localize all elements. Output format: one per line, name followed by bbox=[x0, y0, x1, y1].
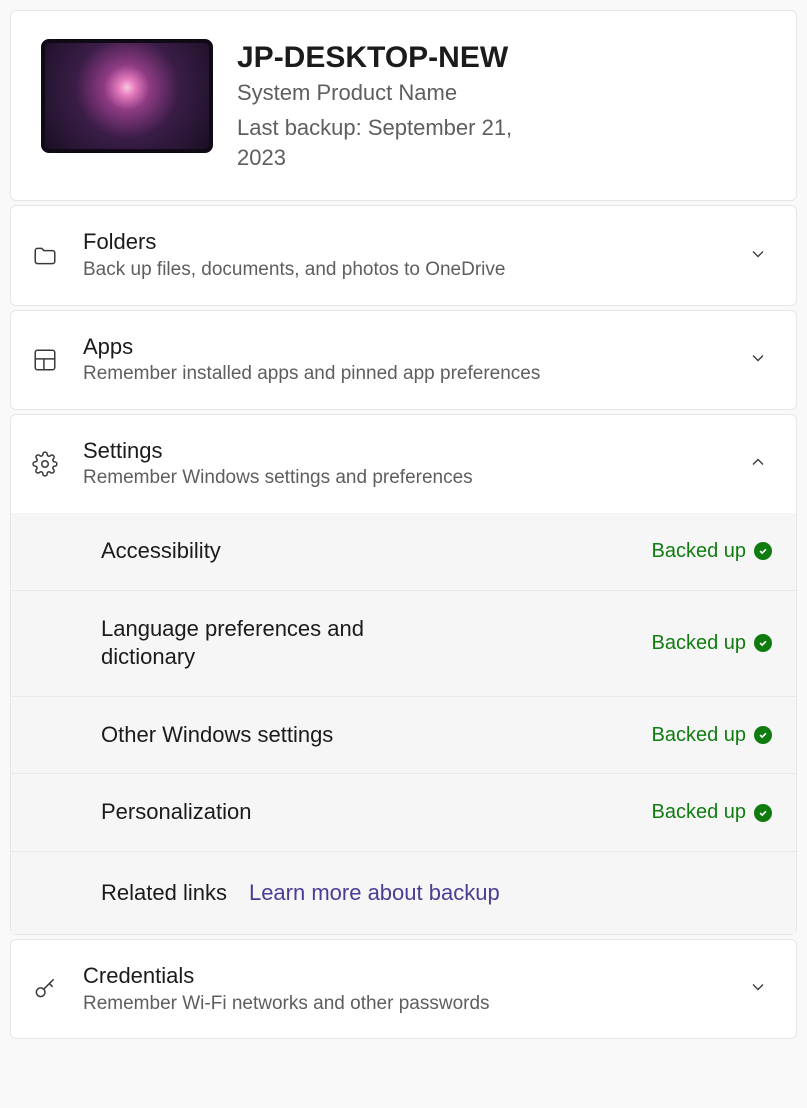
device-header-card: JP-DESKTOP-NEW System Product Name Last … bbox=[10, 10, 797, 201]
device-name: JP-DESKTOP-NEW bbox=[237, 39, 547, 77]
related-links-row: Related links Learn more about backup bbox=[11, 852, 796, 934]
gear-icon bbox=[31, 450, 59, 478]
settings-item-label: Personalization bbox=[101, 798, 251, 827]
device-wallpaper-thumbnail bbox=[41, 39, 213, 153]
status-badge: Backed up bbox=[651, 801, 772, 824]
section-apps-desc: Remember installed apps and pinned app p… bbox=[83, 362, 724, 387]
status-badge: Backed up bbox=[651, 540, 772, 563]
status-badge: Backed up bbox=[651, 632, 772, 655]
check-circle-icon bbox=[754, 726, 772, 744]
chevron-up-icon bbox=[748, 452, 772, 476]
section-apps[interactable]: Apps Remember installed apps and pinned … bbox=[10, 310, 797, 410]
settings-item-label: Other Windows settings bbox=[101, 721, 333, 750]
settings-item-label: Language preferences and dictionary bbox=[101, 615, 421, 672]
section-folders-title: Folders bbox=[83, 228, 724, 256]
section-credentials-desc: Remember Wi-Fi networks and other passwo… bbox=[83, 992, 724, 1017]
section-credentials[interactable]: Credentials Remember Wi-Fi networks and … bbox=[10, 939, 797, 1039]
apps-grid-icon bbox=[31, 346, 59, 374]
check-circle-icon bbox=[754, 542, 772, 560]
folder-icon bbox=[31, 242, 59, 270]
check-circle-icon bbox=[754, 804, 772, 822]
settings-item-personalization[interactable]: Personalization Backed up bbox=[11, 774, 796, 852]
device-info: JP-DESKTOP-NEW System Product Name Last … bbox=[237, 39, 547, 172]
settings-item-label: Accessibility bbox=[101, 537, 221, 566]
section-folders-desc: Back up files, documents, and photos to … bbox=[83, 258, 724, 283]
learn-more-link[interactable]: Learn more about backup bbox=[249, 880, 500, 906]
section-credentials-title: Credentials bbox=[83, 962, 724, 990]
chevron-down-icon bbox=[748, 977, 772, 1001]
section-settings: Settings Remember Windows settings and p… bbox=[10, 414, 797, 935]
device-product-name: System Product Name bbox=[237, 79, 547, 108]
section-settings-desc: Remember Windows settings and preference… bbox=[83, 466, 724, 491]
chevron-down-icon bbox=[748, 348, 772, 372]
settings-item-other[interactable]: Other Windows settings Backed up bbox=[11, 697, 796, 775]
section-settings-header[interactable]: Settings Remember Windows settings and p… bbox=[11, 415, 796, 513]
section-folders[interactable]: Folders Back up files, documents, and ph… bbox=[10, 205, 797, 305]
key-icon bbox=[31, 975, 59, 1003]
device-last-backup: Last backup: September 21, 2023 bbox=[237, 113, 547, 172]
status-badge: Backed up bbox=[651, 724, 772, 747]
settings-expanded-list: Accessibility Backed up Language prefere… bbox=[11, 513, 796, 934]
chevron-down-icon bbox=[748, 244, 772, 268]
settings-item-language[interactable]: Language preferences and dictionary Back… bbox=[11, 591, 796, 697]
section-apps-title: Apps bbox=[83, 333, 724, 361]
section-settings-title: Settings bbox=[83, 437, 724, 465]
settings-item-accessibility[interactable]: Accessibility Backed up bbox=[11, 513, 796, 591]
check-circle-icon bbox=[754, 634, 772, 652]
related-links-label: Related links bbox=[101, 880, 227, 906]
